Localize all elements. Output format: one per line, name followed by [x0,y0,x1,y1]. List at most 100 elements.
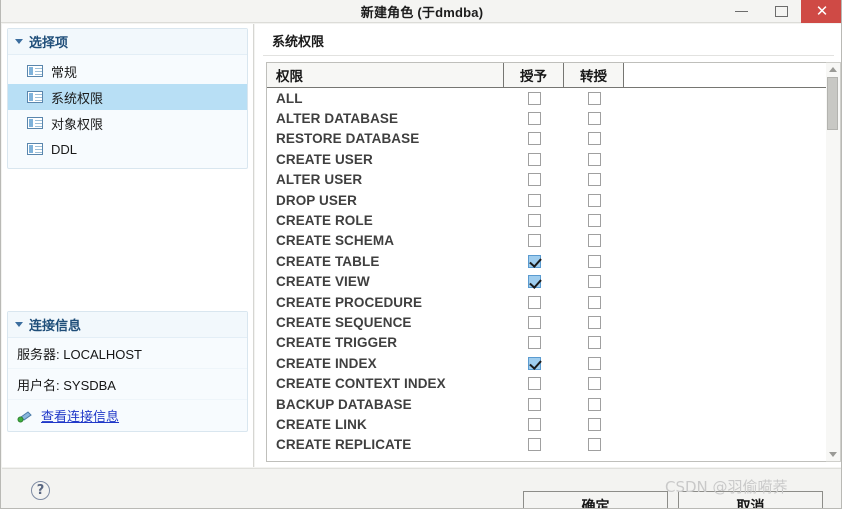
table-row[interactable]: CREATE ROLE [267,210,832,230]
transfer-checkbox[interactable] [587,417,601,431]
grant-cell[interactable] [504,108,564,128]
grant-cell[interactable] [504,129,564,149]
table-row[interactable]: RESTORE DATABASE [267,129,832,149]
grant-checkbox[interactable] [527,438,541,452]
grant-checkbox[interactable] [527,132,541,146]
transfer-checkbox[interactable] [587,336,601,350]
transfer-cell[interactable] [564,414,624,434]
transfer-cell[interactable] [564,353,624,373]
grant-checkbox[interactable] [527,112,541,126]
table-row[interactable]: CREATE TABLE [267,251,832,271]
transfer-cell[interactable] [564,190,624,210]
transfer-cell[interactable] [564,312,624,332]
grant-cell[interactable] [504,394,564,414]
transfer-cell[interactable] [564,149,624,169]
grid-vertical-scrollbar[interactable] [826,62,841,462]
table-row[interactable]: CREATE SCHEMA [267,231,832,251]
grant-checkbox[interactable] [527,214,541,228]
grant-cell[interactable] [504,414,564,434]
transfer-cell[interactable] [564,292,624,312]
grant-checkbox[interactable] [527,356,541,370]
table-row[interactable]: CREATE PROCEDURE [267,292,832,312]
sidebar-item-system-privileges[interactable]: 系统权限 [8,84,247,110]
table-row[interactable]: CREATE VIEW [267,272,832,292]
transfer-checkbox[interactable] [587,173,601,187]
column-header-grant[interactable]: 授予 [504,63,564,87]
sidebar-item-general[interactable]: 常规 [8,58,247,84]
transfer-checkbox[interactable] [587,112,601,126]
transfer-cell[interactable] [564,88,624,108]
transfer-checkbox[interactable] [587,377,601,391]
scroll-up-button[interactable] [826,63,839,76]
grant-cell[interactable] [504,231,564,251]
table-row[interactable]: DROP USER [267,190,832,210]
transfer-cell[interactable] [564,251,624,271]
transfer-cell[interactable] [564,333,624,353]
grant-cell[interactable] [504,210,564,230]
transfer-checkbox[interactable] [587,397,601,411]
grant-cell[interactable] [504,88,564,108]
grant-checkbox[interactable] [527,152,541,166]
transfer-checkbox[interactable] [587,295,601,309]
grant-checkbox[interactable] [527,275,541,289]
maximize-button[interactable] [761,0,801,23]
minimize-button[interactable] [721,0,761,23]
transfer-checkbox[interactable] [587,193,601,207]
transfer-checkbox[interactable] [587,152,601,166]
grant-cell[interactable] [504,190,564,210]
transfer-checkbox[interactable] [587,356,601,370]
transfer-cell[interactable] [564,435,624,455]
view-connection-link[interactable]: 查看连接信息 [41,406,119,425]
connection-panel-header[interactable]: 连接信息 [8,312,247,338]
grant-cell[interactable] [504,251,564,271]
ok-button[interactable]: 确定 [523,491,668,508]
table-row[interactable]: ALL [267,88,832,108]
scroll-down-button[interactable] [826,448,839,461]
grant-cell[interactable] [504,272,564,292]
sidebar-item-object-privileges[interactable]: 对象权限 [8,110,247,136]
table-row[interactable]: CREATE REPLICATE [267,435,832,455]
grant-checkbox[interactable] [527,193,541,207]
table-row[interactable]: CREATE LINK [267,414,832,434]
transfer-cell[interactable] [564,170,624,190]
table-row[interactable]: CREATE TRIGGER [267,333,832,353]
column-header-privilege[interactable]: 权限 [267,63,504,87]
help-button[interactable]: ? [31,481,50,500]
column-header-transfer[interactable]: 转授 [564,63,624,87]
table-row[interactable]: CREATE SEQUENCE [267,312,832,332]
grant-checkbox[interactable] [527,377,541,391]
grant-checkbox[interactable] [527,336,541,350]
transfer-cell[interactable] [564,129,624,149]
transfer-checkbox[interactable] [587,234,601,248]
table-row[interactable]: ALTER USER [267,170,832,190]
grant-cell[interactable] [504,292,564,312]
options-panel-header[interactable]: 选择项 [8,29,247,55]
grant-cell[interactable] [504,149,564,169]
table-row[interactable]: CREATE INDEX [267,353,832,373]
table-row[interactable]: BACKUP DATABASE [267,394,832,414]
sidebar-item-ddl[interactable]: DDL [8,136,247,162]
grant-cell[interactable] [504,170,564,190]
grant-checkbox[interactable] [527,173,541,187]
transfer-checkbox[interactable] [587,254,601,268]
transfer-cell[interactable] [564,210,624,230]
grant-cell[interactable] [504,312,564,332]
transfer-checkbox[interactable] [587,315,601,329]
grant-cell[interactable] [504,353,564,373]
grant-checkbox[interactable] [527,417,541,431]
grant-checkbox[interactable] [527,397,541,411]
transfer-checkbox[interactable] [587,275,601,289]
transfer-cell[interactable] [564,108,624,128]
close-button[interactable]: ✕ [801,0,841,23]
transfer-cell[interactable] [564,272,624,292]
transfer-checkbox[interactable] [587,438,601,452]
transfer-cell[interactable] [564,373,624,393]
scrollbar-thumb[interactable] [827,77,838,130]
grant-checkbox[interactable] [527,315,541,329]
grant-checkbox[interactable] [527,91,541,105]
grant-checkbox[interactable] [527,234,541,248]
table-row[interactable]: ALTER DATABASE [267,108,832,128]
view-connection-row[interactable]: 查看连接信息 [8,400,247,431]
cancel-button[interactable]: 取消 [678,491,823,508]
grant-cell[interactable] [504,333,564,353]
